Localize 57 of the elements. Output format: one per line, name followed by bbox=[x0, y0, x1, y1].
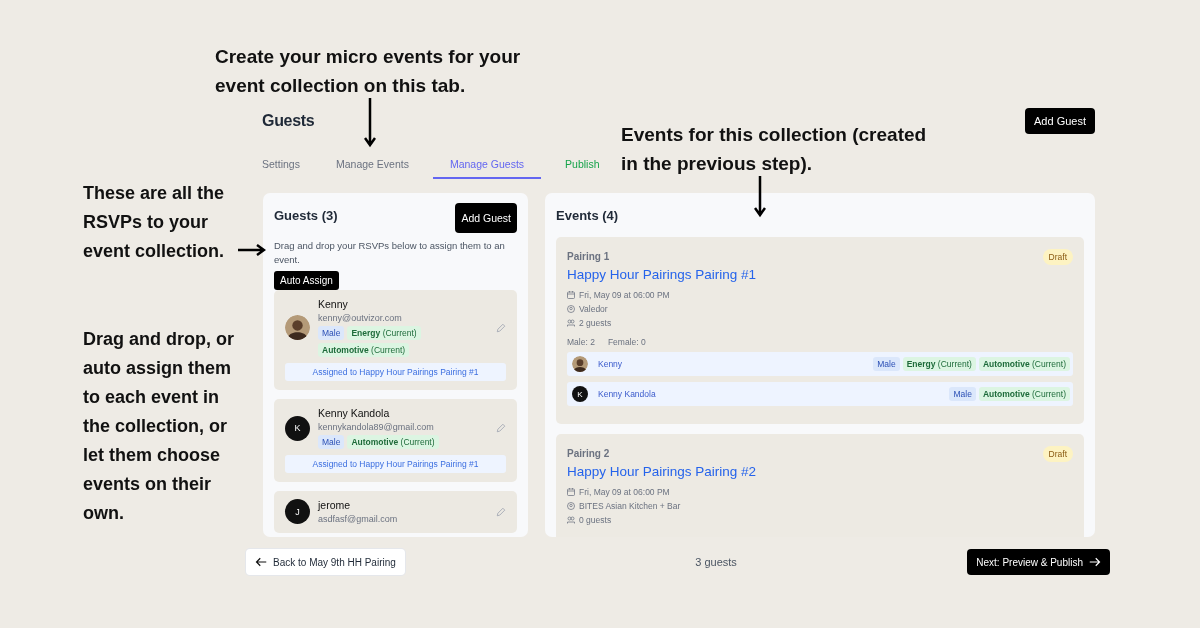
industry-tag: Automotive (Current) bbox=[318, 343, 410, 357]
event-title[interactable]: Happy Hour Pairings Pairing #2 bbox=[567, 464, 1073, 479]
guest-email: asdfasf@gmail.com bbox=[318, 514, 399, 524]
gender-tag: Male bbox=[318, 326, 345, 340]
avatar-icon: J bbox=[285, 499, 310, 524]
back-button[interactable]: Back to May 9th HH Pairing bbox=[246, 549, 405, 575]
attendee-name[interactable]: Kenny Kandola bbox=[598, 389, 940, 399]
guest-email: kennykandola89@gmail.com bbox=[318, 422, 435, 432]
gender-tag: Male bbox=[873, 357, 900, 371]
industry-tag: Automotive (Current) bbox=[978, 357, 1070, 371]
gender-tag: Male bbox=[949, 387, 976, 401]
status-badge: Draft bbox=[1042, 446, 1073, 462]
assignment-label: Assigned to Happy Hour Pairings Pairing #1 bbox=[285, 455, 506, 473]
guest-name: Kenny bbox=[318, 298, 349, 310]
industry-tag: Energy (Current) bbox=[902, 357, 976, 371]
industry-tag: Automotive (Current) bbox=[978, 387, 1070, 401]
annotation-text: These are all the RSVPs to your event collection. bbox=[83, 182, 226, 263]
gender-tag: Male bbox=[318, 435, 345, 449]
guest-count: 0 guests bbox=[579, 515, 612, 525]
attendee-name[interactable]: Kenny bbox=[598, 359, 864, 369]
event-date: Fri, May 09 at 06:00 PM bbox=[579, 290, 670, 300]
annotation-text: Drag and drop, or auto assign them to each event in the collection, or let them choose events on their own. bbox=[83, 328, 235, 525]
event-venue: BITES Asian Kitchen + Bar bbox=[579, 501, 681, 511]
guest-name: Kenny Kandola bbox=[318, 407, 391, 419]
annotation-text: Events for this collection (created in the previous step). bbox=[621, 123, 928, 176]
guest-count: 2 guests bbox=[579, 318, 612, 328]
tab[interactable]: Settings bbox=[250, 137, 312, 179]
industry-tag: Automotive (Current) bbox=[347, 435, 439, 449]
auto-assign-button[interactable]: Auto Assign bbox=[274, 271, 339, 290]
guest-email: kenny@outvizor.com bbox=[318, 313, 403, 323]
tab[interactable]: Manage Events bbox=[323, 137, 421, 179]
gender-stat: Male: 2 bbox=[567, 337, 595, 347]
guest-card[interactable]: J jerome asdfasf@gmail.com bbox=[274, 491, 517, 533]
assignment-label: Assigned to Happy Hour Pairings Pairing #1 bbox=[285, 363, 506, 381]
event-title[interactable]: Happy Hour Pairings Pairing #1 bbox=[567, 267, 1073, 282]
event-date: Fri, May 09 at 06:00 PM bbox=[579, 487, 670, 497]
panel-title: Events (4) bbox=[556, 208, 620, 223]
event-label: Pairing 1 bbox=[567, 251, 610, 262]
gender-stat: Female: 0 bbox=[607, 337, 646, 347]
hint-text: Drag and drop your RSVPs below to assign them to an event. bbox=[274, 239, 506, 267]
annotation-text: Create your micro events for your event collection on this tab. bbox=[215, 45, 522, 98]
guest-name: jerome bbox=[318, 499, 352, 511]
avatar-icon: K bbox=[285, 415, 310, 441]
industry-tag: Energy (Current) bbox=[347, 326, 421, 340]
tab[interactable]: Manage Guests bbox=[432, 137, 542, 179]
next-button[interactable]: Next: Preview & Publish bbox=[967, 549, 1110, 575]
add-guest-button[interactable]: Add Guest bbox=[455, 203, 517, 233]
avatar-icon: K bbox=[572, 386, 588, 402]
event-venue: Valedor bbox=[579, 304, 608, 314]
status-badge: Draft bbox=[1042, 249, 1073, 265]
add-guest-button[interactable]: Add Guest bbox=[1025, 107, 1095, 134]
panel-title: Guests (3) bbox=[274, 208, 338, 223]
page-title: Guests bbox=[262, 111, 315, 130]
event-label: Pairing 2 bbox=[567, 448, 610, 459]
guest-card[interactable]: Kenny kenny@outvizor.com Male Energy (Current) Automotive (Current) Assigned to Happy Hour Pairings Pairing #1 bbox=[274, 290, 517, 390]
guest-count: 3 guests bbox=[695, 556, 737, 568]
guest-card[interactable]: K Kenny Kandola kennykandola89@gmail.com Male Automotive (Current) Assigned to Happy Hour Pairings Pairing #1 bbox=[274, 399, 517, 482]
